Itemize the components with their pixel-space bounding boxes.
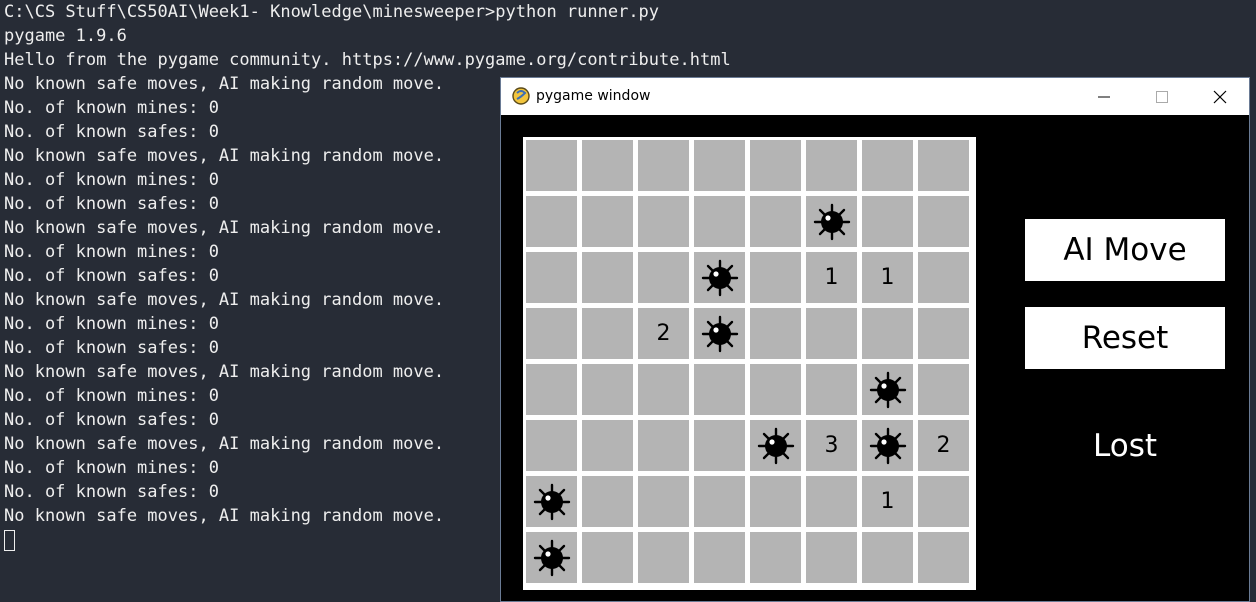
hidden-cell[interactable] [526, 252, 577, 303]
hidden-cell[interactable] [750, 308, 801, 359]
hidden-cell[interactable] [918, 532, 969, 583]
mine-cell[interactable] [694, 252, 745, 303]
hidden-cell[interactable] [918, 252, 969, 303]
hidden-cell[interactable] [806, 532, 857, 583]
terminal-line: pygame 1.9.6 [4, 26, 127, 46]
mine-cell[interactable] [750, 420, 801, 471]
hidden-cell[interactable] [582, 420, 633, 471]
pygame-window[interactable]: pygame window 112321 AI Move Reset Lost [500, 77, 1250, 602]
hidden-cell[interactable] [638, 532, 689, 583]
maximize-button[interactable] [1133, 78, 1191, 115]
hidden-cell[interactable] [638, 364, 689, 415]
mine-icon [757, 427, 794, 464]
hidden-cell[interactable] [750, 364, 801, 415]
terminal-line: C:\CS Stuff\CS50AI\Week1- Knowledge\mine… [4, 2, 660, 22]
hidden-cell[interactable] [694, 364, 745, 415]
hidden-cell[interactable] [582, 140, 633, 191]
hidden-cell[interactable] [918, 196, 969, 247]
hidden-cell[interactable] [750, 252, 801, 303]
number-cell[interactable]: 1 [806, 252, 857, 303]
hidden-cell[interactable] [694, 140, 745, 191]
hidden-cell[interactable] [750, 196, 801, 247]
hidden-cell[interactable] [862, 140, 913, 191]
hidden-cell[interactable] [862, 308, 913, 359]
mine-icon [813, 203, 850, 240]
mine-icon [533, 483, 570, 520]
mine-icon [533, 539, 570, 576]
hidden-cell[interactable] [526, 308, 577, 359]
hidden-cell[interactable] [694, 196, 745, 247]
number-cell[interactable]: 2 [918, 420, 969, 471]
mine-cell[interactable] [526, 532, 577, 583]
hidden-cell[interactable] [806, 140, 857, 191]
game-status-text: Lost [1093, 428, 1157, 464]
number-cell[interactable]: 2 [638, 308, 689, 359]
hidden-cell[interactable] [526, 196, 577, 247]
hidden-cell[interactable] [582, 476, 633, 527]
hidden-cell[interactable] [582, 308, 633, 359]
hidden-cell[interactable] [582, 364, 633, 415]
minesweeper-board: 112321 [523, 137, 976, 590]
hidden-cell[interactable] [918, 364, 969, 415]
window-title: pygame window [536, 88, 651, 104]
hidden-cell[interactable] [582, 196, 633, 247]
hidden-cell[interactable] [526, 420, 577, 471]
hidden-cell[interactable] [638, 140, 689, 191]
hidden-cell[interactable] [750, 140, 801, 191]
mine-icon [701, 315, 738, 352]
hidden-cell[interactable] [750, 532, 801, 583]
minimize-button[interactable] [1075, 78, 1133, 115]
mine-icon [701, 259, 738, 296]
window-titlebar[interactable]: pygame window [501, 78, 1249, 115]
number-cell[interactable]: 1 [862, 252, 913, 303]
maximize-icon [1156, 91, 1168, 103]
hidden-cell[interactable] [918, 476, 969, 527]
hidden-cell[interactable] [638, 252, 689, 303]
number-cell[interactable]: 3 [806, 420, 857, 471]
mine-cell[interactable] [526, 476, 577, 527]
hidden-cell[interactable] [862, 196, 913, 247]
hidden-cell[interactable] [806, 476, 857, 527]
hidden-cell[interactable] [918, 308, 969, 359]
hidden-cell[interactable] [638, 196, 689, 247]
mine-icon [869, 427, 906, 464]
pygame-snake-icon [512, 87, 530, 105]
mine-cell[interactable] [862, 420, 913, 471]
hidden-cell[interactable] [694, 420, 745, 471]
mine-icon [869, 371, 906, 408]
hidden-cell[interactable] [918, 140, 969, 191]
close-button[interactable] [1191, 78, 1249, 115]
number-cell[interactable]: 1 [862, 476, 913, 527]
mine-cell[interactable] [862, 364, 913, 415]
hidden-cell[interactable] [638, 420, 689, 471]
minimize-icon [1098, 96, 1110, 98]
ai-move-button[interactable]: AI Move [1025, 219, 1225, 281]
hidden-cell[interactable] [582, 532, 633, 583]
hidden-cell[interactable] [694, 476, 745, 527]
hidden-cell[interactable] [638, 476, 689, 527]
hidden-cell[interactable] [526, 364, 577, 415]
hidden-cell[interactable] [694, 532, 745, 583]
reset-button[interactable]: Reset [1025, 307, 1225, 369]
hidden-cell[interactable] [862, 532, 913, 583]
hidden-cell[interactable] [582, 252, 633, 303]
hidden-cell[interactable] [750, 476, 801, 527]
mine-cell[interactable] [694, 308, 745, 359]
terminal-line: Hello from the pygame community. https:/… [4, 50, 731, 70]
hidden-cell[interactable] [806, 364, 857, 415]
hidden-cell[interactable] [526, 140, 577, 191]
text-cursor [4, 530, 15, 551]
close-icon [1213, 90, 1227, 104]
hidden-cell[interactable] [806, 308, 857, 359]
mine-cell[interactable] [806, 196, 857, 247]
